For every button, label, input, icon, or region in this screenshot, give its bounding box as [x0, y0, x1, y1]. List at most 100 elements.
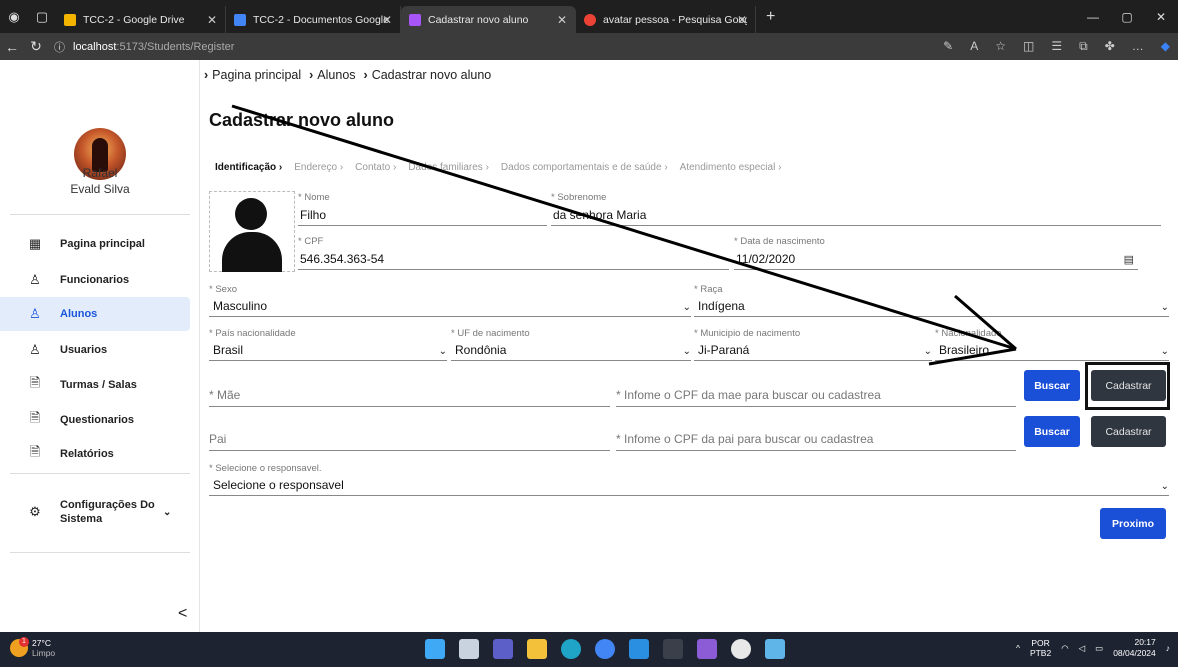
municipio-select[interactable]: * Municipio de nacimento Ji-Paraná ⌄	[694, 328, 932, 361]
pai-input[interactable]: Pai	[209, 420, 610, 451]
raca-select[interactable]: * Raça Indígena ⌄	[694, 284, 1169, 317]
read-aloud-icon[interactable]: A	[970, 39, 978, 54]
language-indicator[interactable]: POR PTB2	[1030, 638, 1051, 658]
profile-icon[interactable]: ◉	[0, 0, 28, 33]
nome-field[interactable]: * Nome Filho	[298, 192, 547, 226]
proximo-button[interactable]: Proximo	[1100, 508, 1166, 539]
sidebar-item-alunos[interactable]: ♙ Alunos	[0, 297, 190, 331]
chrome-icon[interactable]	[595, 639, 615, 659]
buscar-pai-button[interactable]: Buscar	[1024, 416, 1080, 447]
breadcrumb: › Pagina principal › Alunos › Cadastrar …	[204, 68, 491, 82]
calendar-icon[interactable]: ▤	[1124, 253, 1134, 266]
collections-icon[interactable]: ⧉	[1079, 39, 1088, 54]
browser-toolbar: ✎ A ☆ ◫ ☰ ⧉ ✤ … ◆	[943, 39, 1170, 54]
chevron-right-icon: ›	[309, 68, 314, 82]
pen-icon[interactable]: ✎	[943, 39, 953, 54]
close-icon[interactable]: ✕	[737, 13, 747, 27]
browser-tab-docs[interactable]: TCC-2 - Documentos Google ✕	[226, 6, 401, 33]
step-dados-familiares[interactable]: Dados familiares ›	[408, 162, 489, 173]
new-tab-button[interactable]: +	[766, 8, 775, 26]
step-endereco[interactable]: Endereço ›	[294, 162, 343, 173]
close-window-icon[interactable]: ✕	[1144, 10, 1178, 24]
divider	[10, 552, 190, 553]
github-icon[interactable]	[731, 639, 751, 659]
google-icon	[584, 13, 596, 26]
app-icon[interactable]	[765, 639, 785, 659]
page-title: Cadastrar novo aluno	[209, 110, 395, 130]
student-photo-upload[interactable]	[209, 191, 295, 272]
copilot-icon[interactable]: ◆	[1161, 39, 1170, 54]
star-icon[interactable]: ☆	[995, 39, 1006, 54]
terminal-icon[interactable]	[663, 639, 683, 659]
browser-tab-drive[interactable]: TCC-2 - Google Drive ✕	[56, 6, 226, 33]
cpf-field[interactable]: * CPF 546.354.363-54	[298, 236, 729, 270]
sidebar-item-configuracoes[interactable]: ⚙ Configurações Do Sistema ⌄	[0, 492, 190, 532]
person-placeholder-icon	[235, 198, 267, 230]
clock[interactable]: 20:17 08/04/2024	[1113, 637, 1156, 659]
sidebar-item-funcionarios[interactable]: ♙ Funcionarios	[0, 263, 190, 297]
browser-tab-cadastrar[interactable]: Cadastrar novo aluno ✕	[401, 6, 576, 33]
weather-widget[interactable]: 1 27°C Limpo	[10, 637, 55, 658]
vscode-icon[interactable]	[629, 639, 649, 659]
extensions-icon[interactable]: ✤	[1105, 39, 1115, 54]
step-dados-comportamentais[interactable]: Dados comportamentais e de saúde ›	[501, 162, 668, 173]
chevron-down-icon: ⌄	[163, 506, 172, 518]
user-last-name: Evald Silva	[70, 182, 130, 196]
sidebar-item-questionarios[interactable]: 🗎 Questionarios	[0, 403, 190, 437]
chevron-down-icon: ⌄	[923, 346, 932, 357]
step-identificacao[interactable]: Identificação ›	[215, 162, 282, 173]
sidebar-item-usuarios[interactable]: ♙ Usuarios	[0, 333, 190, 367]
task-view-icon[interactable]	[459, 639, 479, 659]
windows-start-icon[interactable]	[425, 639, 445, 659]
cpf-mae-input[interactable]: * Infome o CPF da mae para buscar ou cad…	[616, 376, 1016, 407]
cadastrar-pai-button[interactable]: Cadastrar	[1091, 416, 1166, 447]
mae-input[interactable]: * Mãe	[209, 376, 610, 407]
browser-tab-search[interactable]: avatar pessoa - Pesquisa Google ✕	[576, 6, 756, 33]
collapse-sidebar-button[interactable]: <	[178, 605, 187, 623]
chevron-down-icon: ⌄	[1160, 302, 1169, 313]
restore-icon[interactable]: ▢	[1110, 10, 1144, 24]
nacionalidade-select[interactable]: * Nacionalidade Brasileiro ⌄	[935, 328, 1169, 361]
volume-icon[interactable]: ◁	[1079, 643, 1086, 654]
wifi-icon[interactable]: ◠	[1061, 643, 1068, 654]
uf-select[interactable]: * UF de nacimento Rondônia ⌄	[451, 328, 691, 361]
refresh-icon[interactable]: ↻	[24, 38, 48, 55]
gear-icon: ⚙	[29, 504, 41, 519]
more-icon[interactable]: …	[1132, 39, 1144, 54]
user-first-name: Rafael	[82, 166, 118, 180]
battery-icon[interactable]: ▭	[1095, 643, 1103, 654]
file-explorer-icon[interactable]	[527, 639, 547, 659]
step-atendimento-especial[interactable]: Atendimento especial ›	[680, 162, 782, 173]
sexo-select[interactable]: * Sexo Masculino ⌄	[209, 284, 691, 317]
visual-studio-icon[interactable]	[697, 639, 717, 659]
cpf-pai-input[interactable]: * Infome o CPF da pai para buscar ou cad…	[616, 420, 1016, 451]
sobrenome-field[interactable]: * Sobrenome da senhora Maria	[551, 192, 1161, 226]
close-icon[interactable]: ✕	[557, 13, 567, 27]
taskbar: 1 27°C Limpo ^ POR PTB2 ◠ ◁ ▭ 20:17 08/0…	[0, 632, 1178, 667]
user-icon: ♙	[29, 306, 41, 321]
sidebar-item-pagina-principal[interactable]: ▦ Pagina principal	[0, 227, 190, 261]
edge-icon[interactable]	[561, 639, 581, 659]
buscar-mae-button[interactable]: Buscar	[1024, 370, 1080, 401]
responsavel-select[interactable]: * Selecione o responsavel. Selecione o r…	[209, 463, 1169, 496]
notification-bell-icon[interactable]: ♪	[1166, 643, 1170, 653]
back-icon[interactable]: ←	[0, 39, 24, 55]
tab-actions-icon[interactable]: ▢	[28, 0, 56, 33]
url-field[interactable]: ⓘ localhost :5173/Students/Register	[54, 39, 234, 55]
sidebar-item-relatorios[interactable]: 🗎 Relatórios	[0, 437, 190, 471]
data-nascimento-field[interactable]: * Data de nascimento 11/02/2020 ▤	[734, 236, 1138, 270]
minimize-icon[interactable]: —	[1076, 10, 1110, 24]
breadcrumb-pagina-principal[interactable]: Pagina principal	[212, 68, 301, 82]
teams-icon[interactable]	[493, 639, 513, 659]
sidebar-item-turmas[interactable]: 🗎 Turmas / Salas	[0, 368, 190, 402]
favorites-icon[interactable]: ☰	[1051, 39, 1062, 54]
chevron-down-icon: ⌄	[682, 302, 691, 313]
close-icon[interactable]: ✕	[207, 13, 217, 27]
close-icon[interactable]: ✕	[382, 13, 392, 27]
step-contato[interactable]: Contato ›	[355, 162, 396, 173]
breadcrumb-alunos[interactable]: Alunos	[317, 68, 355, 82]
split-screen-icon[interactable]: ◫	[1023, 39, 1034, 54]
info-icon: ⓘ	[54, 41, 65, 54]
pais-select[interactable]: * País nacionalidade Brasil ⌄	[209, 328, 447, 361]
chevron-up-icon[interactable]: ^	[1016, 643, 1020, 653]
